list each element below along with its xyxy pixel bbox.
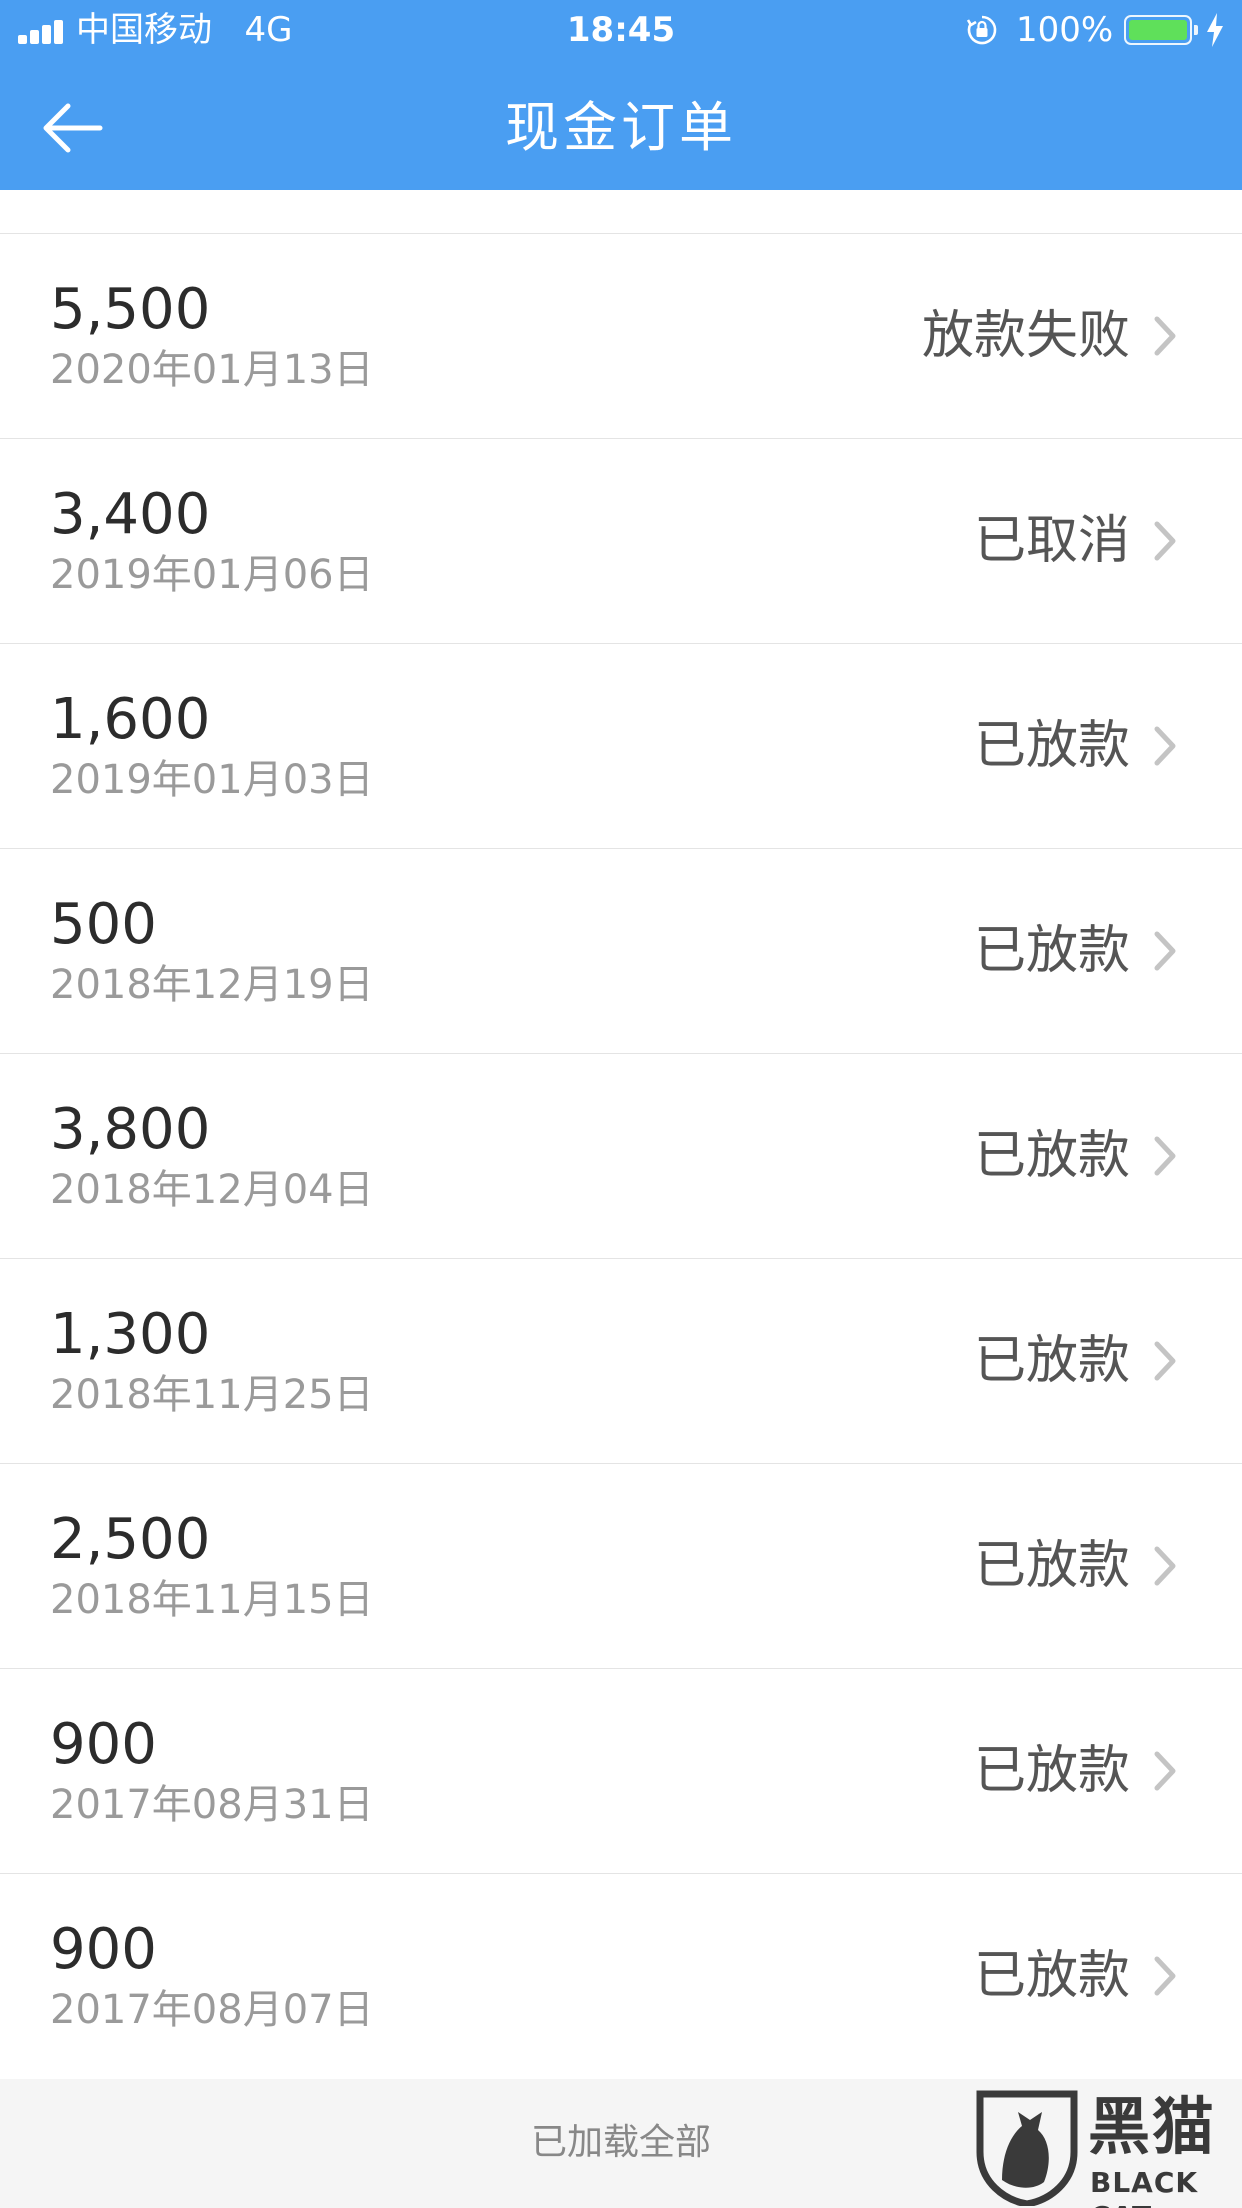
watermark-cn-text: 黑猫 xyxy=(1088,2090,1217,2163)
page-title: 现金订单 xyxy=(505,96,737,159)
order-status: 已放款 xyxy=(973,1331,1130,1391)
order-date: 2019年01月06日 xyxy=(50,552,374,598)
chevron-right-icon xyxy=(1154,316,1176,356)
orientation-lock-icon xyxy=(966,15,997,45)
order-amount: 2,500 xyxy=(50,1507,211,1572)
order-amount: 900 xyxy=(50,1917,157,1982)
order-row[interactable]: 1,300 2018年11月25日 已放款 xyxy=(0,1259,1242,1464)
order-row[interactable]: 5,500 2020年01月13日 放款失败 xyxy=(0,234,1242,439)
list-top-spacer xyxy=(0,190,1242,234)
order-status: 已取消 xyxy=(973,511,1130,571)
order-status: 放款失败 xyxy=(921,306,1130,366)
order-status: 已放款 xyxy=(973,921,1130,981)
charging-bolt-icon xyxy=(1207,13,1223,47)
order-row[interactable]: 1,600 2019年01月03日 已放款 xyxy=(0,644,1242,849)
chevron-right-icon xyxy=(1154,1546,1176,1586)
watermark-en-text: BLACK CAT xyxy=(1090,2166,1199,2208)
order-amount: 3,400 xyxy=(50,482,211,547)
order-row[interactable]: 2,500 2018年11月15日 已放款 xyxy=(0,1464,1242,1669)
battery-percent: 100% xyxy=(1016,10,1114,50)
order-date: 2019年01月03日 xyxy=(50,757,374,803)
order-date: 2018年11月25日 xyxy=(50,1372,374,1418)
order-row[interactable]: 3,800 2018年12月04日 已放款 xyxy=(0,1054,1242,1259)
order-row[interactable]: 900 2017年08月31日 已放款 xyxy=(0,1669,1242,1874)
chevron-right-icon xyxy=(1154,1341,1176,1381)
order-status: 已放款 xyxy=(973,716,1130,776)
chevron-right-icon xyxy=(1154,931,1176,971)
order-date: 2017年08月07日 xyxy=(50,1987,374,2033)
order-amount: 3,800 xyxy=(50,1097,211,1162)
order-status: 已放款 xyxy=(973,1536,1130,1596)
status-bar: 中国移动 4G 18:45 100% xyxy=(0,0,1242,60)
order-date: 2018年12月04日 xyxy=(50,1167,374,1213)
order-amount: 1,600 xyxy=(50,687,211,752)
order-date: 2018年12月19日 xyxy=(50,962,374,1008)
order-amount: 500 xyxy=(50,892,157,957)
order-amount: 1,300 xyxy=(50,1302,211,1367)
order-status: 已放款 xyxy=(973,1741,1130,1801)
order-date: 2020年01月13日 xyxy=(50,347,374,393)
chevron-right-icon xyxy=(1154,521,1176,561)
order-date: 2018年11月15日 xyxy=(50,1577,374,1623)
app-header: 中国移动 4G 18:45 100% 现金订单 xyxy=(0,0,1242,190)
black-cat-watermark: 黑猫 BLACK CAT xyxy=(966,2088,1242,2208)
order-status: 已放款 xyxy=(973,1126,1130,1186)
order-status: 已放款 xyxy=(973,1946,1130,2006)
chevron-right-icon xyxy=(1154,726,1176,766)
chevron-right-icon xyxy=(1154,1751,1176,1791)
cat-shield-logo-icon xyxy=(976,2090,1078,2206)
order-list: 5,500 2020年01月13日 放款失败 3,400 2019年01月06日 已取消 1… xyxy=(0,190,1242,2079)
order-amount: 5,500 xyxy=(50,277,211,342)
order-row[interactable]: 900 2017年08月07日 已放款 xyxy=(0,1874,1242,2079)
battery-icon xyxy=(1124,15,1198,45)
order-row[interactable]: 3,400 2019年01月06日 已取消 xyxy=(0,439,1242,644)
chevron-right-icon xyxy=(1154,1956,1176,1996)
order-amount: 900 xyxy=(50,1712,157,1777)
order-date: 2017年08月31日 xyxy=(50,1782,374,1828)
chevron-right-icon xyxy=(1154,1136,1176,1176)
order-row[interactable]: 500 2018年12月19日 已放款 xyxy=(0,849,1242,1054)
